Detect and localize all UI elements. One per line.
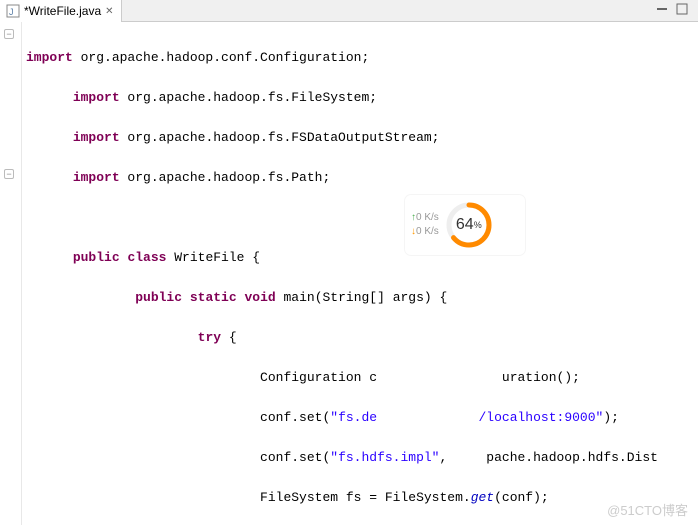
code-text: org.apache.hadoop.fs.FileSystem;: [120, 90, 377, 105]
code-text: FileSystem fs = FileSystem.: [260, 490, 471, 505]
keyword: static: [190, 290, 237, 305]
system-monitor-overlay: ↑0 K/s ↓0 K/s 64%: [405, 195, 525, 255]
code-text: WriteFile {: [166, 250, 260, 265]
code-area[interactable]: import org.apache.hadoop.conf.Configurat…: [22, 22, 698, 525]
keyword: try: [198, 330, 221, 345]
watermark: @51CTO博客: [607, 500, 688, 519]
network-speed: ↑0 K/s ↓0 K/s: [411, 211, 439, 239]
code-text: uration();: [502, 370, 580, 385]
tab-bar: J *WriteFile.java ✕: [0, 0, 698, 22]
fold-toggle-icon[interactable]: −: [4, 169, 14, 179]
keyword: void: [244, 290, 275, 305]
usage-percent: 64: [456, 216, 474, 234]
keyword: class: [127, 250, 166, 265]
code-text: );: [603, 410, 619, 425]
code-text: Configuration c: [260, 370, 377, 385]
code-editor[interactable]: − − import org.apache.hadoop.conf.Config…: [0, 22, 698, 525]
upload-speed: 0 K/s: [416, 212, 439, 223]
code-text: pache.hadoop.hdfs.Dist: [486, 450, 658, 465]
fold-toggle-icon[interactable]: −: [4, 29, 14, 39]
code-text: {: [221, 330, 237, 345]
code-text: conf.set(: [260, 450, 330, 465]
code-text: conf.set(: [260, 410, 330, 425]
keyword: import: [73, 170, 120, 185]
keyword: public: [73, 250, 120, 265]
code-text: main(String[] args) {: [276, 290, 448, 305]
code-text: (conf);: [494, 490, 549, 505]
percent-sign: %: [474, 220, 482, 230]
maximize-view-icon[interactable]: [676, 3, 688, 18]
download-speed: 0 K/s: [416, 226, 439, 237]
tab-title: *WriteFile.java: [24, 4, 101, 18]
minimize-view-icon[interactable]: [656, 3, 668, 18]
string: /localhost:9000": [479, 410, 604, 425]
keyword: import: [26, 50, 73, 65]
svg-text:J: J: [9, 7, 14, 17]
usage-ring: 64%: [445, 201, 493, 249]
keyword: import: [73, 130, 120, 145]
editor-tab[interactable]: J *WriteFile.java ✕: [0, 0, 122, 22]
keyword: public: [135, 290, 182, 305]
view-controls: [656, 3, 698, 18]
code-text: org.apache.hadoop.fs.FSDataOutputStream;: [120, 130, 440, 145]
keyword: import: [73, 90, 120, 105]
java-file-icon: J: [6, 4, 20, 18]
code-text: org.apache.hadoop.fs.Path;: [120, 170, 331, 185]
method: get: [471, 490, 494, 505]
close-icon[interactable]: ✕: [105, 6, 115, 16]
gutter: − −: [0, 22, 22, 525]
string: "fs.de: [330, 410, 377, 425]
string: "fs.hdfs.impl": [330, 450, 439, 465]
code-text: org.apache.hadoop.conf.Configuration;: [73, 50, 369, 65]
